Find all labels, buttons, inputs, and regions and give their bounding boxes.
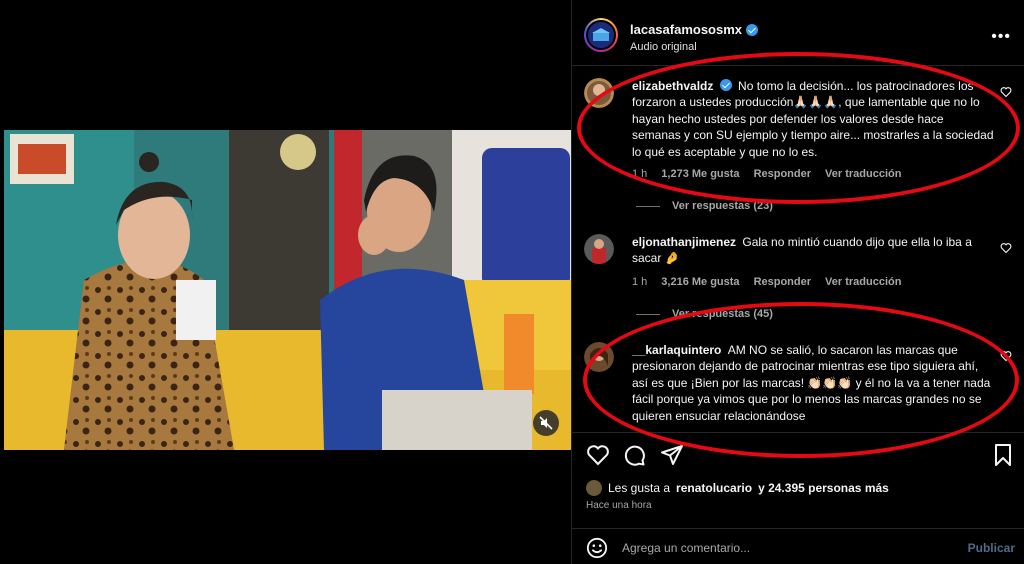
post-side-panel: lacasafamososmx Audio original ••• eliza… xyxy=(571,0,1024,564)
avatar[interactable] xyxy=(586,480,602,496)
add-comment-input[interactable] xyxy=(622,541,942,555)
post-timestamp[interactable]: Hace una hora xyxy=(586,500,652,511)
comment-time[interactable]: 1 h xyxy=(632,276,647,288)
view-replies-label[interactable]: Ver respuestas (23) xyxy=(672,200,773,212)
view-replies-button[interactable]: Ver respuestas (45) xyxy=(636,308,773,320)
likes-prefix: Les gusta a xyxy=(608,481,671,495)
video-frame xyxy=(4,130,571,450)
comment-username[interactable]: elizabethvaldz xyxy=(632,79,713,93)
audio-label[interactable]: Audio original xyxy=(630,41,697,53)
avatar[interactable] xyxy=(584,78,614,108)
speaker-muted-icon xyxy=(539,416,553,430)
avatar[interactable] xyxy=(584,234,614,264)
view-replies-button[interactable]: Ver respuestas (23) xyxy=(636,200,773,212)
translate-button[interactable]: Ver traducción xyxy=(825,168,901,180)
avatar-image xyxy=(584,234,614,264)
translate-button[interactable]: Ver traducción xyxy=(825,276,901,288)
avatar-image xyxy=(584,342,614,372)
video-player[interactable] xyxy=(4,130,571,450)
mute-button[interactable] xyxy=(533,410,559,436)
avatar[interactable] xyxy=(584,342,614,372)
post-author-name[interactable]: lacasafamososmx xyxy=(630,22,742,37)
view-replies-label[interactable]: Ver respuestas (45) xyxy=(672,308,773,320)
comment-time[interactable]: 1 h xyxy=(632,168,647,180)
comment-likes[interactable]: 1,273 Me gusta xyxy=(661,168,739,180)
verified-badge-icon xyxy=(746,23,759,36)
post-header: lacasafamososmx Audio original ••• xyxy=(572,0,1024,66)
post-media xyxy=(0,0,571,564)
comment-text-block: elizabethvaldz No tomo la decisión... lo… xyxy=(632,78,994,160)
like-heart-icon[interactable] xyxy=(586,443,610,467)
post-author[interactable]: lacasafamososmx xyxy=(630,22,759,37)
likes-user-link[interactable]: renatolucario xyxy=(676,481,752,495)
comment-likes[interactable]: 3,216 Me gusta xyxy=(661,276,739,288)
comment-text-block: eljonathanjimenez Gala no mintió cuando … xyxy=(632,234,994,267)
heart-icon[interactable] xyxy=(1000,350,1012,362)
post-actions-bar xyxy=(572,432,1024,472)
profile-avatar[interactable] xyxy=(584,18,618,52)
verified-badge-icon xyxy=(719,79,732,91)
reply-button[interactable]: Responder xyxy=(754,276,811,288)
replies-divider xyxy=(636,313,660,315)
comment-meta: 1 h 1,273 Me gusta Responder Ver traducc… xyxy=(632,168,901,180)
publish-button[interactable]: Publicar xyxy=(968,541,1015,555)
comment-text-block: __karlaquintero AM NO se salió, lo sacar… xyxy=(632,342,994,424)
heart-icon[interactable] xyxy=(1000,86,1012,98)
heart-icon[interactable] xyxy=(1000,242,1012,254)
emoji-smile-icon[interactable] xyxy=(586,537,608,559)
reply-button[interactable]: Responder xyxy=(754,168,811,180)
replies-divider xyxy=(636,205,660,207)
comment-username[interactable]: __karlaquintero xyxy=(632,343,721,357)
comment-meta: 1 h 3,216 Me gusta Responder Ver traducc… xyxy=(632,276,901,288)
bookmark-icon[interactable] xyxy=(991,443,1015,467)
likes-summary: Les gusta a renatolucario y 24.395 perso… xyxy=(586,480,889,496)
house-logo-icon xyxy=(592,28,610,41)
share-send-icon[interactable] xyxy=(660,443,684,467)
more-options-button[interactable]: ••• xyxy=(991,28,1011,46)
likes-count-link[interactable]: y 24.395 personas más xyxy=(758,481,889,495)
add-comment-bar: Publicar xyxy=(572,528,1024,564)
comment-username[interactable]: eljonathanjimenez xyxy=(632,235,736,249)
comment-bubble-icon[interactable] xyxy=(622,443,646,467)
avatar-image xyxy=(584,78,614,108)
